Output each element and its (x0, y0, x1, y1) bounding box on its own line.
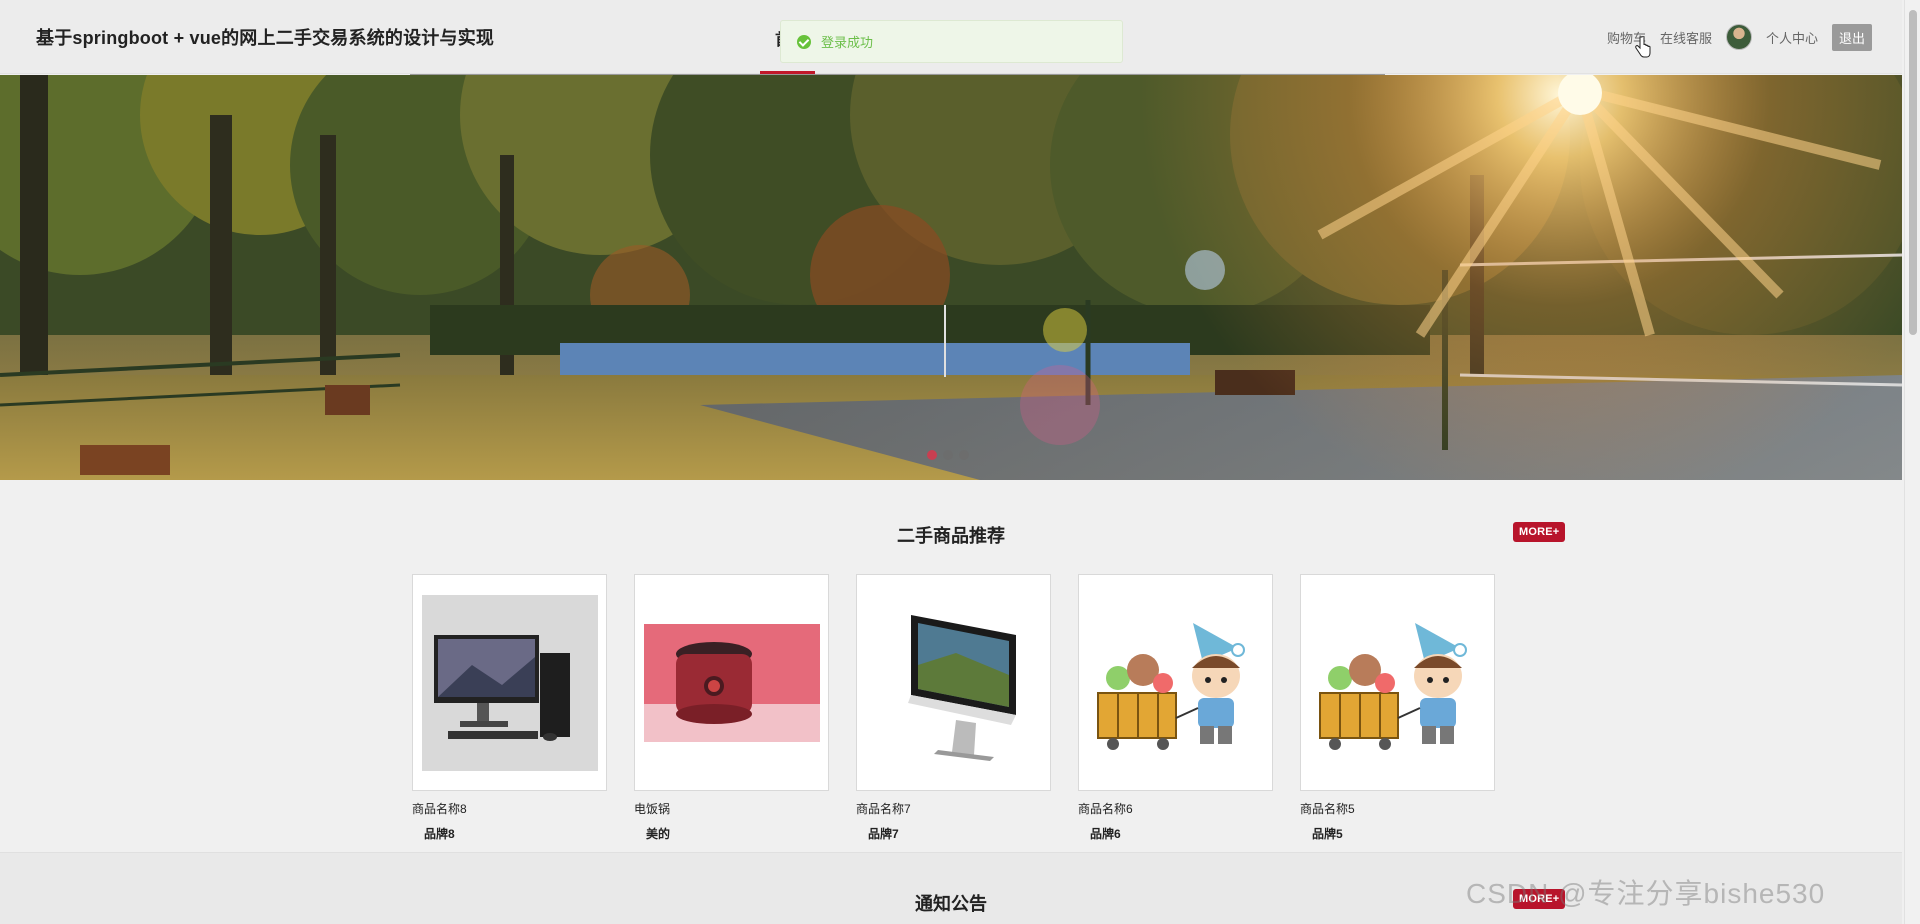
scrollbar-thumb[interactable] (1909, 10, 1917, 335)
logout-button[interactable]: 退出 (1831, 23, 1872, 51)
recommend-title: 二手商品推荐 (897, 526, 1005, 546)
check-circle-icon (797, 34, 811, 49)
product-image[interactable] (412, 574, 607, 791)
product-card[interactable]: 电饭锅 美的 (634, 574, 829, 842)
product-image[interactable] (1078, 574, 1273, 791)
site-title: 基于springboot + vue的网上二手交易系统的设计与实现 (36, 28, 495, 48)
boy-with-cart-icon (1087, 607, 1264, 758)
product-card[interactable]: 商品名称5 品牌5 (1300, 574, 1495, 842)
carousel-dot-3[interactable] (959, 450, 969, 460)
carousel-dot-1[interactable] (927, 450, 937, 460)
product-name: 商品名称5 (1300, 802, 1355, 816)
product-card[interactable]: 商品名称8 品牌8 (412, 574, 607, 842)
product-list: 商品名称8 品牌8 电饭锅 美的 商品名称7 品牌7 商品名称6 品牌6 商品名… (412, 574, 1495, 842)
watermark: CSDN @专注分享bishe530 (1466, 878, 1826, 909)
login-success-toast: 登录成功 (780, 20, 1123, 63)
product-name: 商品名称6 (1078, 802, 1133, 816)
product-image[interactable] (634, 574, 829, 791)
avatar[interactable] (1725, 24, 1752, 50)
product-name: 电饭锅 (634, 802, 671, 816)
page-scrollbar[interactable] (1904, 0, 1920, 924)
toast-message: 登录成功 (821, 35, 874, 50)
carousel-indicators (927, 450, 969, 460)
imac-icon (865, 594, 1042, 771)
profile-link[interactable]: 个人中心 (1766, 28, 1818, 47)
carousel-dot-2[interactable] (943, 450, 953, 460)
product-brand: 品牌7 (868, 827, 899, 841)
desktop-computer-icon (421, 594, 598, 771)
hand-cursor-icon (1635, 36, 1651, 58)
product-card[interactable]: 商品名称7 品牌7 (856, 574, 1051, 842)
product-brand: 品牌5 (1312, 827, 1343, 841)
product-brand: 品牌8 (424, 827, 455, 841)
recommend-more-button[interactable]: MORE+ (1513, 522, 1566, 542)
banner-carousel[interactable] (0, 75, 1902, 480)
boy-with-cart-icon (1309, 607, 1486, 758)
product-card[interactable]: 商品名称6 品牌6 (1078, 574, 1273, 842)
product-name: 商品名称7 (856, 802, 911, 816)
rice-cooker-icon (643, 623, 820, 742)
banner-park-image (0, 75, 1902, 480)
product-image[interactable] (856, 574, 1051, 791)
product-brand: 美的 (646, 827, 671, 841)
product-brand: 品牌6 (1090, 827, 1121, 841)
product-name: 商品名称8 (412, 802, 467, 816)
product-image[interactable] (1300, 574, 1495, 791)
service-link[interactable]: 在线客服 (1660, 28, 1712, 47)
